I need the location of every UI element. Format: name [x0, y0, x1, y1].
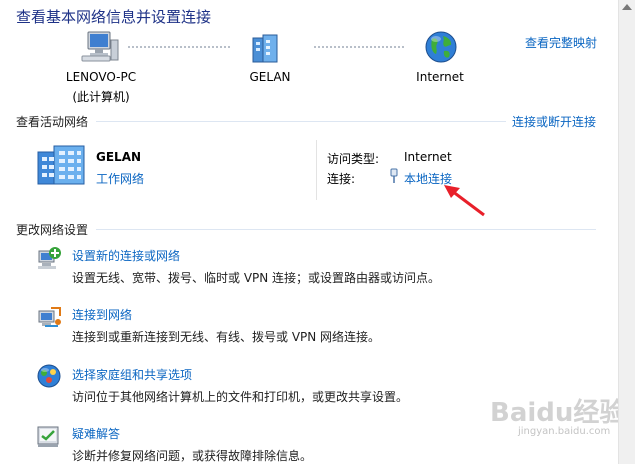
connect-to-network-desc: 连接到或重新连接到无线、有线、拨号或 VPN 网络连接。	[72, 330, 381, 344]
active-networks-heading: 查看活动网络	[16, 115, 89, 129]
map-node-sublabel-computer: (此计算机)	[72, 90, 130, 104]
annotation-arrow	[444, 185, 485, 217]
network-building-icon	[36, 144, 88, 186]
network-icon	[250, 32, 280, 66]
vertical-scrollbar[interactable]	[618, 0, 635, 464]
scroll-up-icon[interactable]	[622, 4, 632, 10]
connect-network-icon	[36, 304, 62, 330]
setup-connection-link[interactable]: 设置新的连接或网络	[72, 247, 180, 264]
baidu-watermark-logo: Baidu经验	[490, 398, 626, 428]
access-type-label: 访问类型:	[327, 152, 380, 166]
troubleshoot-icon	[36, 423, 62, 449]
active-network-name: GELAN	[96, 150, 142, 164]
homegroup-sharing-desc: 访问位于其他网络计算机上的文件和打印机，或更改共享设置。	[72, 390, 409, 404]
homegroup-sharing-link[interactable]: 选择家庭组和共享选项	[72, 366, 192, 383]
ethernet-icon	[389, 168, 399, 184]
connect-disconnect-link[interactable]: 连接或断开连接	[512, 113, 596, 130]
change-settings-heading: 更改网络设置	[16, 223, 89, 237]
view-full-map-link[interactable]: 查看完整映射	[525, 34, 597, 51]
map-node-label-internet: Internet	[416, 70, 464, 84]
homegroup-icon	[36, 363, 62, 389]
new-connection-icon	[36, 245, 62, 271]
computer-icon	[80, 30, 120, 64]
baidu-watermark-url: jingyan.baidu.com	[518, 426, 611, 437]
access-type-value: Internet	[404, 150, 452, 164]
network-type-link[interactable]: 工作网络	[96, 170, 144, 187]
map-node-label-network: GELAN	[249, 70, 291, 84]
troubleshoot-desc: 诊断并修复网络问题，或获得故障排除信息。	[72, 449, 313, 463]
map-node-label-computer: LENOVO-PC	[65, 70, 137, 84]
troubleshoot-link[interactable]: 疑难解答	[72, 425, 120, 442]
page-title: 查看基本网络信息并设置连接	[16, 8, 212, 26]
section-divider-2	[96, 229, 596, 230]
map-connector-1	[128, 46, 230, 48]
globe-icon	[424, 30, 458, 64]
connect-to-network-link[interactable]: 连接到网络	[72, 306, 132, 323]
active-network-divider	[316, 140, 317, 200]
section-divider	[96, 121, 506, 122]
setup-connection-desc: 设置无线、宽带、拨号、临时或 VPN 连接；或设置路由器或访问点。	[72, 271, 441, 285]
map-connector-2	[314, 46, 404, 48]
connection-label: 连接:	[327, 172, 356, 186]
